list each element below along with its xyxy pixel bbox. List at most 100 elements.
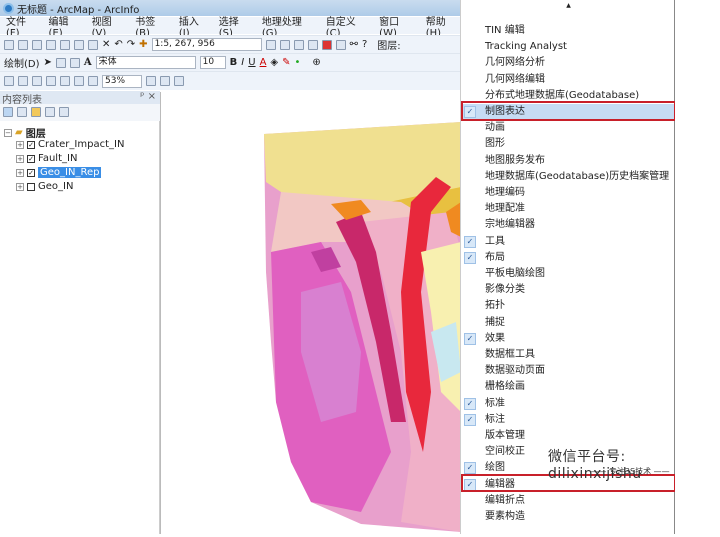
menu-item[interactable]: ✓ 工具 <box>461 234 676 250</box>
layer-checkbox[interactable]: ✓ <box>27 140 35 149</box>
layer-name[interactable]: Crater_Impact_IN <box>38 139 124 150</box>
marker-color-icon[interactable]: • <box>295 57 301 68</box>
paste-icon[interactable] <box>88 39 98 50</box>
list-by-visibility-icon[interactable] <box>31 107 41 117</box>
toc-window-icon[interactable] <box>279 39 290 50</box>
expand-icon[interactable]: + <box>16 140 24 149</box>
list-by-drawing-order-icon[interactable] <box>3 107 13 117</box>
layer-name[interactable]: Fault_IN <box>38 153 77 164</box>
menu-item[interactable]: 地理数据库(Geodatabase)历史档案管理 <box>461 169 676 185</box>
list-by-selection-icon[interactable] <box>45 107 55 117</box>
save-icon[interactable] <box>32 39 42 50</box>
menu-item[interactable]: 栅格绘画 <box>461 379 676 395</box>
layer-item[interactable]: + Geo_IN <box>16 181 73 192</box>
collapse-icon[interactable]: − <box>4 128 12 137</box>
delete-icon[interactable]: ✕ <box>102 39 110 50</box>
text-tool[interactable]: A <box>84 57 92 68</box>
expand-icon[interactable]: + <box>16 168 24 177</box>
zoom-percent-combo[interactable]: 53% <box>102 74 142 88</box>
rectangle-icon[interactable] <box>69 57 80 68</box>
layer-item[interactable]: + ✓ Fault_IN <box>16 153 77 164</box>
layout-pan-icon[interactable] <box>32 76 42 86</box>
help-icon[interactable]: ? <box>362 39 367 50</box>
menu-item[interactable]: 数据驱动页面 <box>461 363 676 379</box>
scale-combo[interactable]: 1:5, 267, 956 <box>151 38 262 51</box>
line-color-icon[interactable]: ✎ <box>282 57 290 68</box>
layers-root[interactable]: − ▰ 图层 <box>4 125 46 140</box>
layout-zoom-in-icon[interactable] <box>4 76 14 86</box>
font-color-button[interactable]: A <box>260 57 267 68</box>
menu-item[interactable]: 平板电脑绘图 <box>461 266 676 282</box>
menu-item[interactable]: 编辑折点 <box>461 493 676 509</box>
menu-item[interactable]: ✓ 标准 <box>461 396 676 412</box>
full-page-icon[interactable] <box>46 76 56 86</box>
layer-checkbox[interactable]: ✓ <box>27 154 35 163</box>
menu-item[interactable]: ✓ 标注 <box>461 412 676 428</box>
layer-checkbox[interactable]: ✓ <box>27 168 35 177</box>
select-elements-icon[interactable]: ➤ <box>44 57 52 68</box>
layout-zoom-out-icon[interactable] <box>18 76 28 86</box>
toggle-draft-icon[interactable] <box>146 76 156 86</box>
change-layout-icon[interactable] <box>174 76 184 86</box>
zoom-in-icon[interactable]: ⊕ <box>312 57 320 68</box>
menu-item[interactable]: 影像分类 <box>461 282 676 298</box>
menu-item[interactable]: 几何网络编辑 <box>461 72 676 88</box>
menu-item[interactable]: 捕捉 <box>461 315 676 331</box>
layout-icon[interactable] <box>60 76 70 86</box>
layer-item[interactable]: + ✓ Crater_Impact_IN <box>16 139 124 150</box>
fixed-zoom-out-icon[interactable] <box>88 76 98 86</box>
print-icon[interactable] <box>46 39 56 50</box>
add-data-icon[interactable]: ✚ <box>139 39 147 50</box>
open-icon[interactable] <box>18 39 28 50</box>
redo-icon[interactable]: ↷ <box>127 39 135 50</box>
menu-item-label: 标注 <box>485 413 505 425</box>
cut-icon[interactable] <box>60 39 70 50</box>
toc-toolbar <box>0 104 160 121</box>
menu-item[interactable]: 数据框工具 <box>461 347 676 363</box>
menu-item[interactable]: 图形 <box>461 136 676 152</box>
python-icon[interactable] <box>335 39 346 50</box>
font-combo[interactable]: 宋体 <box>95 56 196 69</box>
menu-item[interactable]: 宗地编辑器 <box>461 217 676 233</box>
rotate-icon[interactable] <box>55 57 66 68</box>
map-view[interactable] <box>160 92 461 534</box>
font-size-combo[interactable]: 10 <box>199 56 226 69</box>
scroll-up-arrow[interactable]: ▲ <box>461 2 676 9</box>
layer-checkbox[interactable] <box>27 182 35 191</box>
new-icon[interactable] <box>4 39 14 50</box>
fill-color-icon[interactable]: ◈ <box>270 57 278 68</box>
menu-item[interactable]: 地理配准 <box>461 201 676 217</box>
menu-item[interactable]: 几何网络分析 <box>461 55 676 71</box>
copy-icon[interactable] <box>74 39 84 50</box>
model-icon[interactable]: ⚯ <box>350 39 358 50</box>
menu-item[interactable]: 地图服务发布 <box>461 153 676 169</box>
menu-item[interactable]: ✓ 效果 <box>461 331 676 347</box>
toc-pin-close-icon[interactable]: ᵖ × <box>140 91 156 102</box>
bold-button[interactable]: B <box>230 57 238 68</box>
menu-item[interactable]: 要素构造 <box>461 509 676 525</box>
menu-item[interactable]: TIN 编辑 <box>461 23 676 39</box>
focus-frame-icon[interactable] <box>160 76 170 86</box>
list-by-source-icon[interactable] <box>17 107 27 117</box>
catalog-icon[interactable] <box>293 39 304 50</box>
menu-item[interactable]: 动画 <box>461 120 676 136</box>
search-window-icon[interactable] <box>307 39 318 50</box>
layer-name[interactable]: Geo_IN <box>38 181 73 192</box>
menu-item[interactable]: Tracking Analyst <box>461 39 676 55</box>
undo-icon[interactable]: ↶ <box>114 39 122 50</box>
menu-item[interactable]: ✓ 布局 <box>461 250 676 266</box>
arctoolbox-icon[interactable] <box>321 39 332 50</box>
draw-menu[interactable]: 绘制(D) <box>4 55 40 70</box>
expand-icon[interactable]: + <box>16 154 24 163</box>
expand-icon[interactable]: + <box>16 182 24 191</box>
editor-toolbar-icon[interactable] <box>265 39 276 50</box>
italic-button[interactable]: I <box>241 57 244 68</box>
menu-item[interactable]: 版本管理 <box>461 428 676 444</box>
options-icon[interactable] <box>59 107 69 117</box>
menu-item[interactable]: 地理编码 <box>461 185 676 201</box>
menu-item[interactable]: 拓扑 <box>461 298 676 314</box>
fixed-zoom-in-icon[interactable] <box>74 76 84 86</box>
underline-button[interactable]: U <box>248 57 255 68</box>
layer-item[interactable]: + ✓ Geo_IN_Rep <box>16 167 102 178</box>
layer-name-selected[interactable]: Geo_IN_Rep <box>38 167 102 178</box>
